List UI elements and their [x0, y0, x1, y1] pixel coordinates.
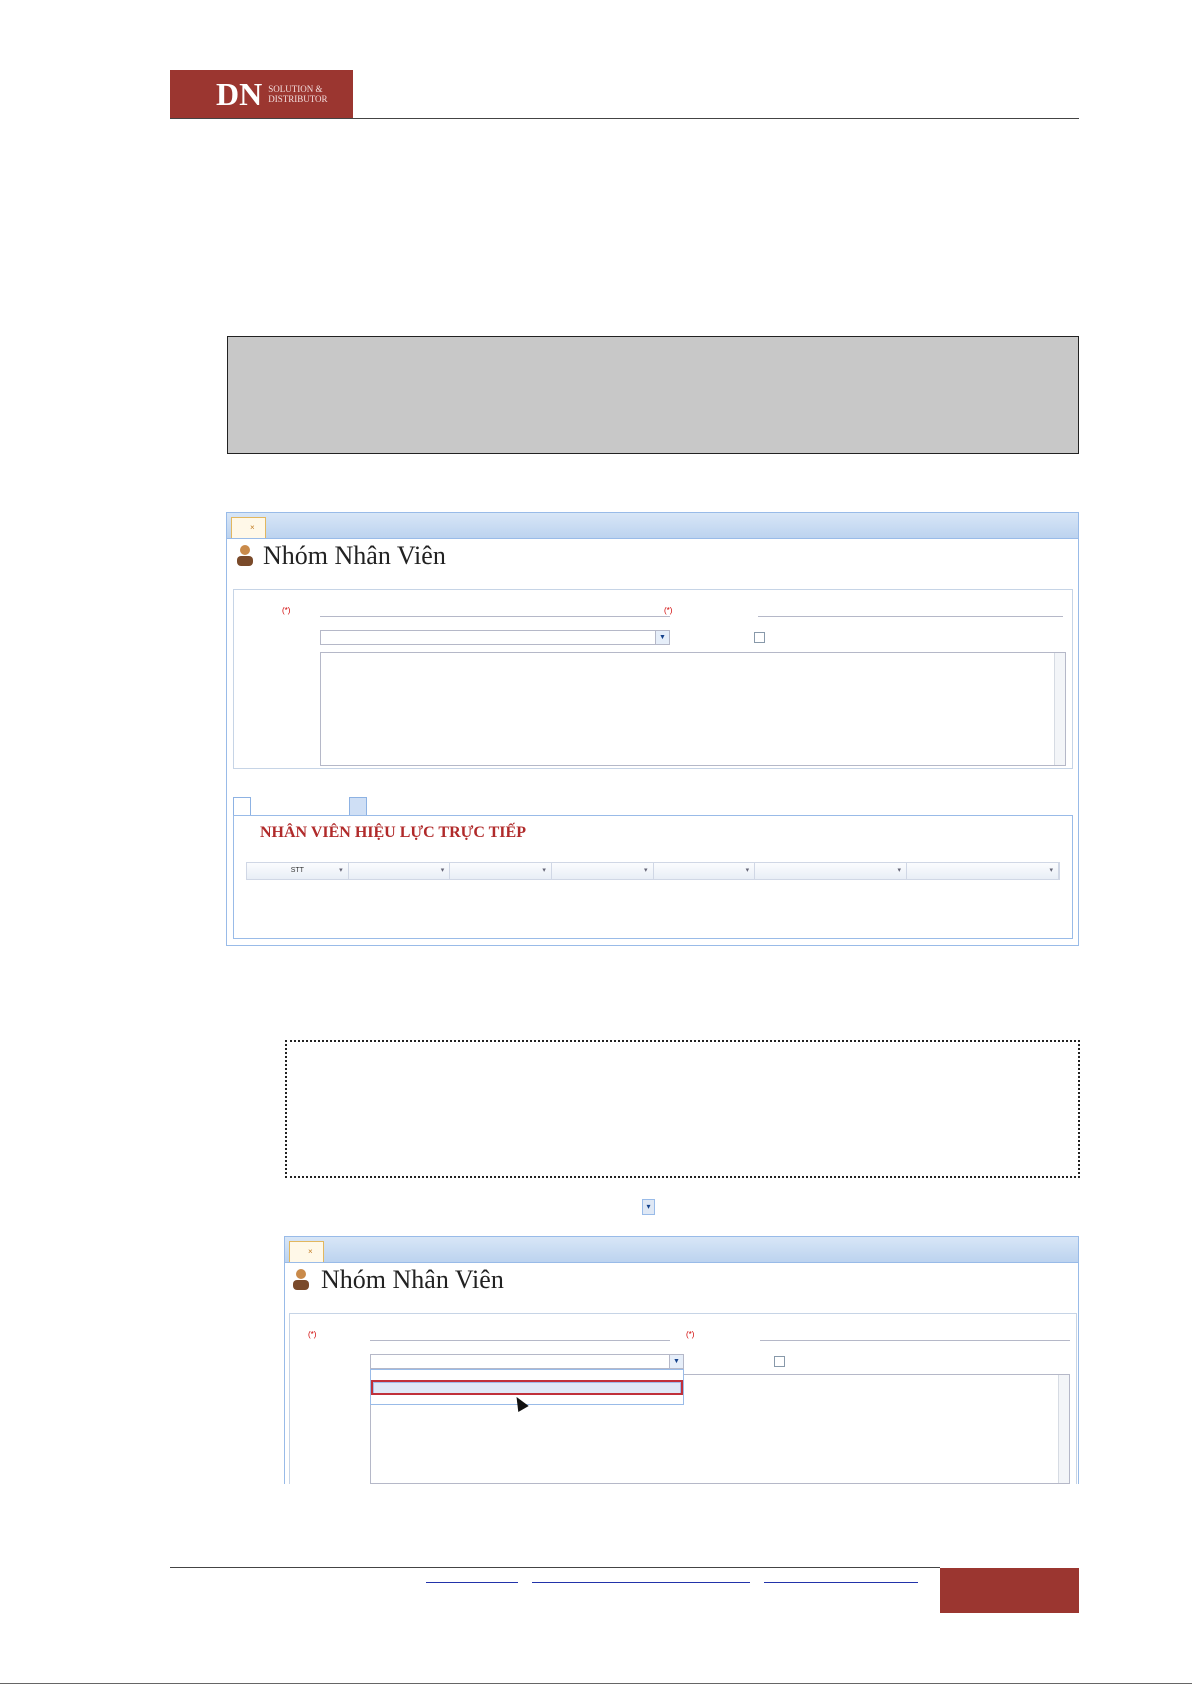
- scrollbar[interactable]: [1054, 653, 1065, 765]
- col-6[interactable]: [755, 863, 908, 879]
- col-5[interactable]: [654, 863, 756, 879]
- notes-textarea[interactable]: [320, 652, 1066, 766]
- col-4[interactable]: [552, 863, 654, 879]
- tip-box: [285, 1040, 1080, 1178]
- logo-subtitle-line2: DISTRIBUTOR: [268, 94, 328, 104]
- highlight-outline: [371, 1380, 683, 1395]
- tab-direct-employees[interactable]: [233, 797, 251, 816]
- name-input[interactable]: [320, 604, 670, 617]
- footer-link-2[interactable]: [532, 1582, 750, 1583]
- close-icon[interactable]: ×: [250, 523, 255, 532]
- code-input[interactable]: [760, 1328, 1070, 1341]
- grid-header: STT: [246, 862, 1060, 880]
- user-icon: [237, 545, 253, 566]
- close-icon[interactable]: ×: [308, 1247, 313, 1256]
- page-number-box: [940, 1568, 1079, 1613]
- name-input[interactable]: [370, 1328, 670, 1341]
- active-checkbox[interactable]: [754, 632, 765, 643]
- col-stt[interactable]: STT: [247, 863, 349, 879]
- logo-text: DN: [216, 75, 263, 112]
- footer-divider: [170, 1567, 940, 1568]
- window-tabstrip: ×: [285, 1237, 1078, 1263]
- footer-link-3[interactable]: [764, 1582, 918, 1583]
- screenshot-effect-dropdown: × Nhóm Nhân Viên (*) (*) ▼: [284, 1236, 1079, 1484]
- col-2[interactable]: [349, 863, 451, 879]
- name-label: (*): [308, 1330, 317, 1339]
- code-label: (*): [664, 606, 673, 615]
- note-box: [227, 336, 1079, 454]
- user-icon: [293, 1269, 309, 1290]
- window-tabstrip: ×: [227, 513, 1078, 539]
- brand-logo: DN SOLUTION & DISTRIBUTOR: [170, 70, 353, 118]
- col-7[interactable]: [907, 863, 1059, 879]
- chevron-down-icon[interactable]: ▼: [655, 631, 669, 644]
- grid-toolbar: [1026, 844, 1050, 853]
- page-title: Nhóm Nhân Viên: [321, 1265, 504, 1294]
- effect-select[interactable]: ▼: [320, 630, 670, 645]
- logo-subtitle-line1: SOLUTION &: [268, 84, 323, 94]
- tab-strip: [233, 795, 1073, 816]
- footer-link-1[interactable]: [426, 1582, 518, 1583]
- page-bottom-edge: [0, 1683, 1192, 1684]
- employee-grid-panel: NHÂN VIÊN HIỆU LỰC TRỰC TIẾP STT: [233, 815, 1073, 939]
- effect-select[interactable]: ▼: [370, 1354, 684, 1369]
- col-3[interactable]: [450, 863, 552, 879]
- header-divider: [170, 118, 1079, 119]
- toolbar: [1040, 572, 1064, 581]
- form-panel: (*) (*) ▼: [233, 589, 1073, 769]
- effect-dropdown-list: [370, 1369, 684, 1405]
- logo-subtitle: SOLUTION & DISTRIBUTOR: [268, 84, 327, 104]
- chevron-down-icon[interactable]: ▼: [669, 1355, 683, 1368]
- grid-title: NHÂN VIÊN HIỆU LỰC TRỰC TIẾP: [260, 824, 526, 841]
- chevron-down-icon: ▾: [642, 1199, 655, 1215]
- active-checkbox[interactable]: [774, 1356, 785, 1367]
- form-panel: (*) (*) ▼: [289, 1313, 1077, 1484]
- code-input[interactable]: [758, 604, 1063, 617]
- tab-employee-group[interactable]: ×: [231, 517, 266, 538]
- screenshot-employee-group-form: × Nhóm Nhân Viên (*) (*) ▼ NHÂN VIÊN HIỆ…: [226, 512, 1079, 946]
- code-label: (*): [686, 1330, 695, 1339]
- page-title: Nhóm Nhân Viên: [263, 541, 446, 570]
- scrollbar[interactable]: [1058, 1375, 1069, 1483]
- tab-employee-group[interactable]: ×: [289, 1241, 324, 1262]
- tab-indirect-employees[interactable]: [349, 797, 367, 816]
- toolbar: [1054, 1296, 1070, 1305]
- name-label: (*): [282, 606, 291, 615]
